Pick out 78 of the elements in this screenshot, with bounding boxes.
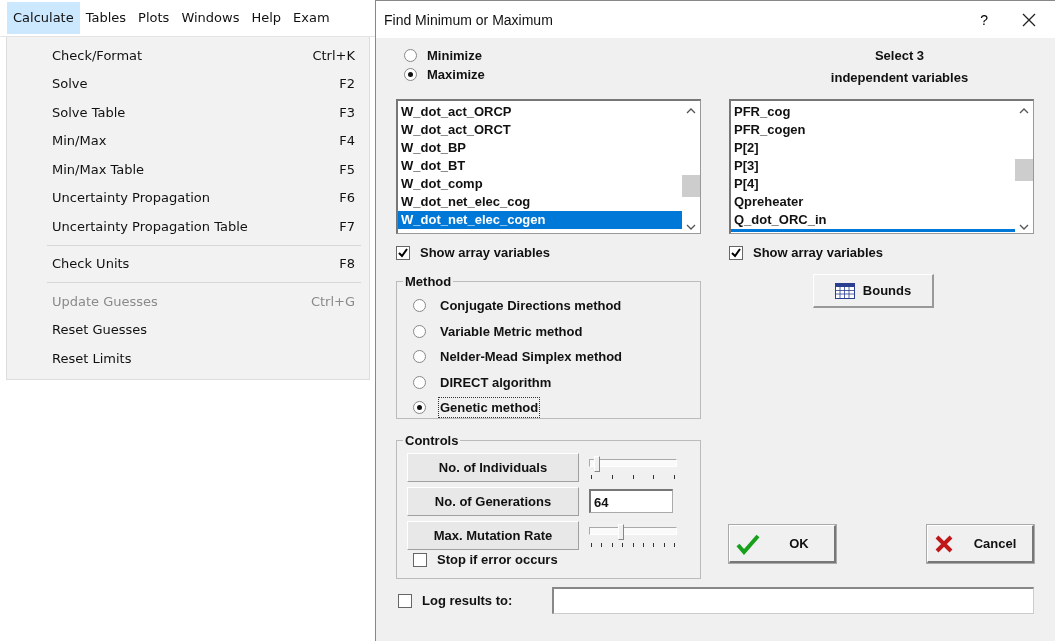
list-item[interactable]: Qpreheater — [731, 193, 1015, 211]
list-item[interactable]: P[4] — [731, 175, 1015, 193]
menu-item[interactable]: Check Units F8 — [7, 249, 369, 278]
checkmark-icon — [736, 532, 760, 555]
list-item[interactable]: PFR_cogen — [731, 121, 1015, 139]
ok-button[interactable]: OK — [729, 525, 836, 563]
checkbox-label: Log results to: — [422, 593, 513, 608]
radio-label: Nelder-Mead Simplex method — [439, 348, 624, 367]
list-item[interactable]: P[2] — [731, 139, 1015, 157]
list-item[interactable]: P[3] — [731, 157, 1015, 175]
menu-bar-item[interactable]: Exam — [287, 2, 336, 34]
scroll-down-icon[interactable] — [1019, 223, 1029, 231]
menu-item[interactable]: Uncertainty Propagation F6 — [7, 183, 369, 212]
menu-bar-item[interactable]: Calculate — [7, 2, 80, 34]
list-item[interactable]: W_dot_net_elec_cog — [398, 193, 682, 211]
checkbox[interactable] — [396, 245, 410, 260]
scrollbar-thumb[interactable] — [1015, 159, 1033, 181]
group-title: Controls — [404, 433, 460, 448]
checkbox-label: Stop if error occurs — [437, 552, 558, 567]
window-title: Find Minimum or Maximum — [384, 11, 554, 28]
control-button[interactable]: No. of Generations — [407, 486, 579, 516]
menu-bar-item[interactable]: Plots — [132, 2, 176, 34]
radio-button[interactable] — [404, 49, 417, 62]
radio-button[interactable] — [413, 324, 426, 338]
menu-bar-item[interactable]: Tables — [79, 2, 133, 34]
radio-label: DIRECT algorithm — [439, 373, 553, 392]
menu-item[interactable]: Reset Guesses — [7, 315, 369, 344]
menu-bar-item[interactable]: Help — [245, 2, 288, 34]
radio-button[interactable] — [413, 299, 426, 313]
scroll-down-icon[interactable] — [686, 223, 696, 231]
menu-item[interactable]: Check/Format Ctrl+K — [7, 41, 369, 70]
checkbox[interactable] — [398, 593, 412, 608]
menu-item[interactable]: Solve F2 — [7, 69, 369, 98]
group-title: Method — [404, 274, 453, 289]
radio-label: Conjugate Directions method — [439, 297, 623, 316]
radio-label: Maximize — [427, 67, 485, 82]
checkbox-label: Show array variables — [753, 245, 884, 260]
control-button[interactable]: Max. Mutation Rate — [407, 520, 579, 550]
radio-button[interactable] — [404, 68, 417, 81]
input-field[interactable] — [552, 587, 1034, 614]
radio-label: Variable Metric method — [439, 322, 584, 341]
menu-item[interactable]: Min/Max Table F5 — [7, 155, 369, 184]
cross-icon — [934, 533, 954, 554]
menu-item[interactable]: Uncertainty Propagation Table F7 — [7, 212, 369, 241]
list-item[interactable]: W_dot_net_elec_cogen — [398, 211, 682, 229]
list-item[interactable]: PFR_cog — [731, 103, 1015, 121]
help-button[interactable]: ? — [962, 11, 1006, 28]
checkbox[interactable] — [729, 245, 743, 260]
scroll-up-icon[interactable] — [1019, 107, 1029, 115]
list-item[interactable]: W_dot_BT — [398, 157, 682, 175]
menu-item[interactable]: Reset Limits — [7, 344, 369, 373]
scrollbar-thumb[interactable] — [682, 175, 700, 197]
input-field[interactable]: 64 — [589, 489, 673, 513]
table-icon — [834, 282, 855, 299]
bounds-button[interactable]: Bounds — [813, 274, 934, 308]
radio-label: Genetic method — [438, 397, 541, 419]
radio-button[interactable] — [413, 375, 426, 389]
close-icon[interactable] — [1022, 12, 1036, 27]
scroll-up-icon[interactable] — [686, 107, 696, 115]
cancel-button[interactable]: Cancel — [927, 525, 1034, 563]
control-button[interactable]: No. of Individuals — [407, 452, 579, 482]
list-heading: independent variables — [830, 70, 969, 85]
menu-bar-item[interactable]: Windows — [175, 2, 246, 34]
list-item[interactable]: W_dot_act_ORCP — [398, 103, 682, 121]
list-item[interactable]: W_dot_act_ORCT — [398, 121, 682, 139]
list-item[interactable]: Q_dot_ORC_in — [731, 211, 1015, 229]
checkbox-label: Show array variables — [420, 245, 551, 260]
list-item[interactable]: W_dot_comp — [398, 175, 682, 193]
radio-button[interactable] — [413, 401, 426, 415]
menu-item[interactable]: Min/Max F4 — [7, 126, 369, 155]
radio-button[interactable] — [413, 350, 426, 364]
list-item[interactable]: W_dot_BP — [398, 139, 682, 157]
radio-label: Minimize — [427, 48, 482, 63]
slider[interactable] — [589, 455, 677, 479]
menu-item[interactable]: Solve Table F3 — [7, 98, 369, 127]
checkbox[interactable] — [413, 552, 427, 567]
list-heading: Select 3 — [874, 48, 925, 63]
slider[interactable] — [589, 523, 677, 547]
